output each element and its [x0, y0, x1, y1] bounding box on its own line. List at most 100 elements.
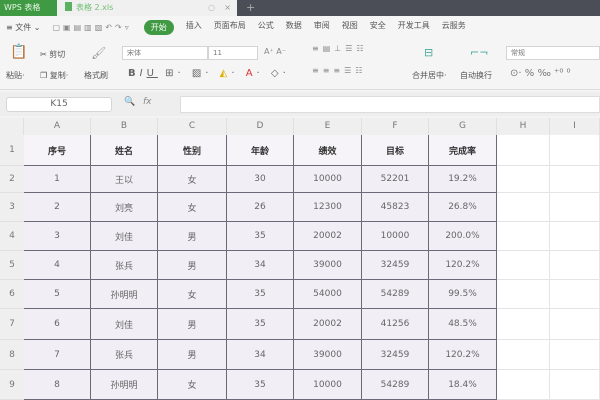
table-cell[interactable]: 19.2%: [429, 166, 497, 193]
new-tab-button[interactable]: +: [246, 0, 255, 16]
table-cell[interactable]: 张兵: [91, 251, 158, 280]
table-cell[interactable]: 35: [227, 280, 294, 309]
table-cell[interactable]: 32459: [362, 251, 429, 280]
copy-button[interactable]: ❐ 复制·: [40, 70, 68, 81]
table-cell[interactable]: 30: [227, 166, 294, 193]
percent-button[interactable]: %: [525, 68, 535, 79]
table-cell[interactable]: 女: [158, 166, 227, 193]
menu-tab-6[interactable]: 视图: [342, 20, 358, 35]
cell[interactable]: [550, 370, 600, 400]
table-header-cell[interactable]: 序号: [24, 135, 91, 166]
table-cell[interactable]: 120.2%: [429, 340, 497, 370]
table-cell[interactable]: 4: [24, 251, 91, 280]
zoom-icon[interactable]: 🔍: [124, 97, 135, 107]
font-color-icon[interactable]: A: [246, 68, 257, 79]
table-cell[interactable]: 10000: [294, 370, 362, 400]
column-header-F[interactable]: F: [362, 118, 429, 135]
table-cell[interactable]: 39000: [294, 340, 362, 370]
cell[interactable]: [550, 280, 600, 309]
menu-tab-8[interactable]: 开发工具: [398, 20, 430, 35]
pin-icon[interactable]: ○: [208, 0, 215, 16]
cell[interactable]: [497, 193, 550, 222]
table-cell[interactable]: 男: [158, 309, 227, 340]
paste-icon[interactable]: 📋: [10, 44, 27, 60]
menu-tab-1[interactable]: 插入: [186, 20, 202, 35]
font-style-buttons[interactable]: BIU ⊞· ▨· ◭· A· ◇·: [128, 68, 290, 79]
italic-button[interactable]: I: [140, 68, 147, 79]
cell[interactable]: [497, 135, 550, 166]
menu-tab-0[interactable]: 开始: [143, 19, 174, 35]
table-cell[interactable]: 1: [24, 166, 91, 193]
number-format-select[interactable]: 常规: [506, 46, 600, 60]
table-header-cell[interactable]: 年龄: [227, 135, 294, 166]
column-header-I[interactable]: I: [550, 118, 600, 135]
cut-button[interactable]: ✂ 剪切: [40, 49, 65, 60]
cell[interactable]: [497, 251, 550, 280]
column-header-H[interactable]: H: [497, 118, 550, 135]
row-header-4[interactable]: 4: [0, 222, 24, 251]
table-cell[interactable]: 54289: [362, 370, 429, 400]
column-header-A[interactable]: A: [24, 118, 91, 135]
table-cell[interactable]: 7: [24, 340, 91, 370]
table-cell[interactable]: 18.4%: [429, 370, 497, 400]
menu-tab-5[interactable]: 审阅: [314, 20, 330, 35]
align-buttons-2[interactable]: ≡≡≡☰☷: [312, 66, 366, 75]
table-cell[interactable]: 王以: [91, 166, 158, 193]
table-cell[interactable]: 6: [24, 309, 91, 340]
table-cell[interactable]: 35: [227, 309, 294, 340]
table-cell[interactable]: 34: [227, 251, 294, 280]
table-cell[interactable]: 女: [158, 370, 227, 400]
table-cell[interactable]: 52201: [362, 166, 429, 193]
number-format-buttons[interactable]: ⊙· % ‰ ⁺⁰ ⁰: [510, 68, 571, 79]
table-cell[interactable]: 10000: [294, 166, 362, 193]
cell[interactable]: [550, 193, 600, 222]
table-cell[interactable]: 3: [24, 222, 91, 251]
font-size-select[interactable]: 11: [208, 46, 258, 60]
table-header-cell[interactable]: 性别: [158, 135, 227, 166]
bold-button[interactable]: B: [128, 68, 140, 79]
table-cell[interactable]: 刘佳: [91, 309, 158, 340]
table-cell[interactable]: 41256: [362, 309, 429, 340]
table-cell[interactable]: 男: [158, 251, 227, 280]
table-cell[interactable]: 20002: [294, 222, 362, 251]
quick-access-toolbar[interactable]: ▢▣▤▥▧↶↷▿: [53, 23, 132, 32]
underline-button[interactable]: U: [147, 68, 158, 79]
fx-button[interactable]: fx: [143, 97, 152, 107]
cell[interactable]: [497, 309, 550, 340]
cell[interactable]: [550, 166, 600, 193]
fill-color-icon[interactable]: ◭: [220, 68, 232, 79]
table-cell[interactable]: 200.0%: [429, 222, 497, 251]
table-cell[interactable]: 女: [158, 280, 227, 309]
table-cell[interactable]: 35: [227, 222, 294, 251]
table-header-cell[interactable]: 姓名: [91, 135, 158, 166]
row-header-7[interactable]: 7: [0, 309, 24, 340]
table-cell[interactable]: 5: [24, 280, 91, 309]
menu-tab-4[interactable]: 数据: [286, 20, 302, 35]
row-header-1[interactable]: 1: [0, 135, 24, 166]
file-menu[interactable]: ≡ 文件 ⌄: [6, 22, 41, 33]
column-header-D[interactable]: D: [227, 118, 294, 135]
row-header-8[interactable]: 8: [0, 340, 24, 370]
column-header-E[interactable]: E: [294, 118, 362, 135]
table-cell[interactable]: 刘佳: [91, 222, 158, 251]
table-cell[interactable]: 男: [158, 222, 227, 251]
row-header-3[interactable]: 3: [0, 193, 24, 222]
cell[interactable]: [550, 135, 600, 166]
table-cell[interactable]: 34: [227, 340, 294, 370]
table-cell[interactable]: 48.5%: [429, 309, 497, 340]
row-header-2[interactable]: 2: [0, 166, 24, 193]
cell[interactable]: [550, 309, 600, 340]
align-buttons[interactable]: ≡▤⊥☰☷: [312, 44, 368, 53]
file-tab[interactable]: 表格 2.xls ○ ×: [57, 0, 237, 16]
cell[interactable]: [550, 340, 600, 370]
format-painter-button[interactable]: 格式刷: [84, 70, 108, 81]
merge-center-button[interactable]: 合并居中·: [412, 70, 447, 81]
table-cell[interactable]: 26.8%: [429, 193, 497, 222]
cell[interactable]: [550, 222, 600, 251]
table-cell[interactable]: 99.5%: [429, 280, 497, 309]
table-cell[interactable]: 孙明明: [91, 280, 158, 309]
menu-tab-3[interactable]: 公式: [258, 20, 274, 35]
menu-tab-2[interactable]: 页面布局: [214, 20, 246, 35]
column-header-C[interactable]: C: [158, 118, 227, 135]
table-cell[interactable]: 39000: [294, 251, 362, 280]
